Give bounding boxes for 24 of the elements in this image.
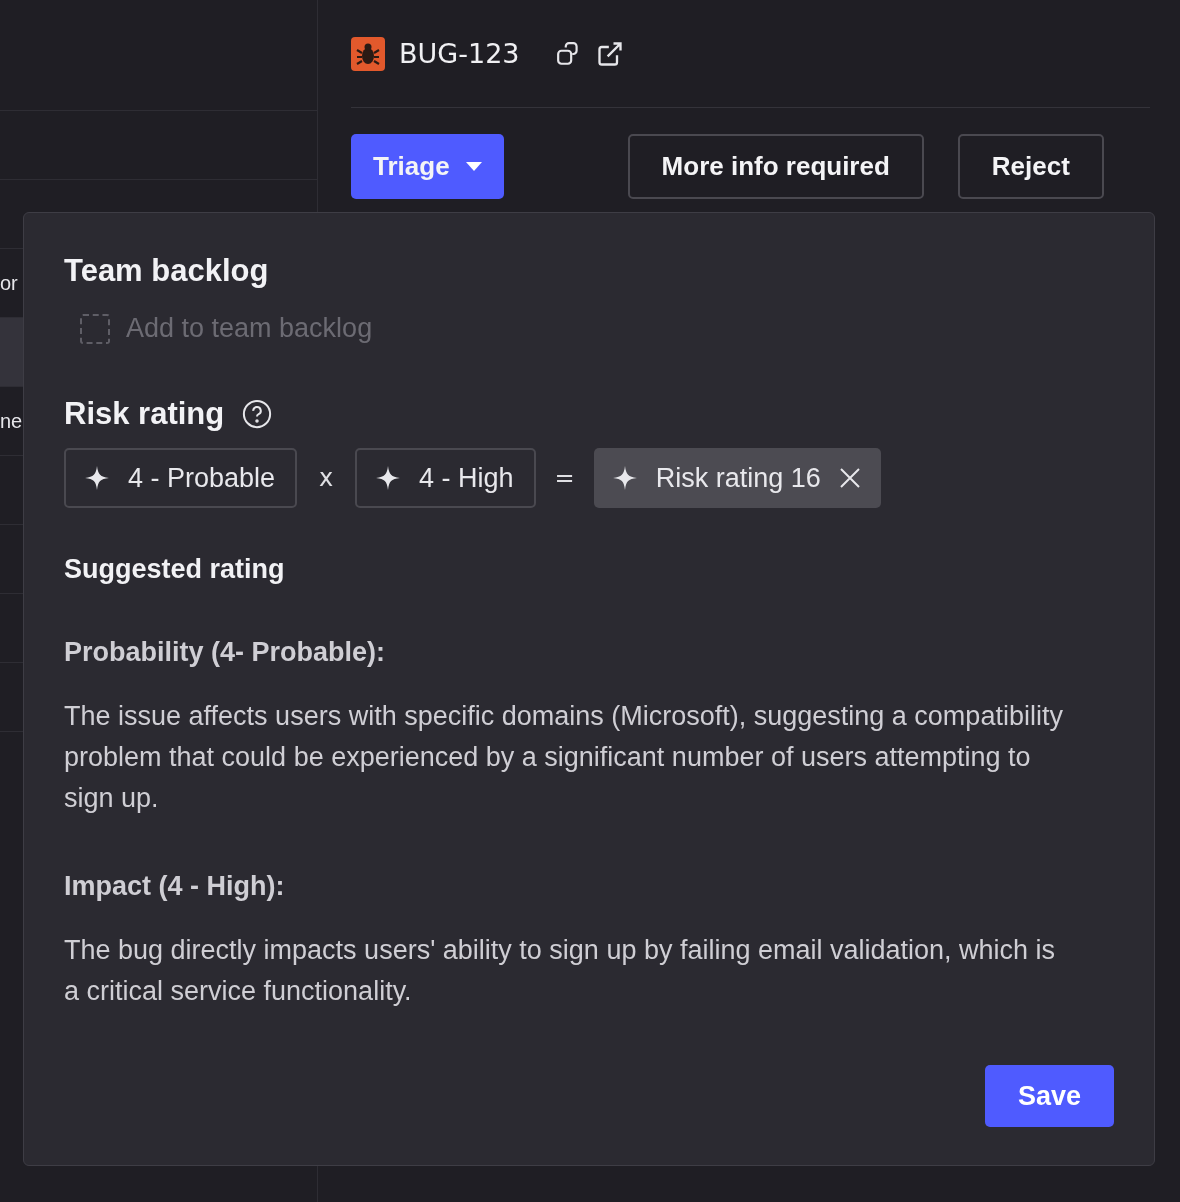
section-text: The issue affects users with specific domains (Microsoft), suggesting a compatibility problem that could be experienced by a significant number of users attempting to sign up. bbox=[64, 700, 1064, 815]
operator-sign: = bbox=[553, 464, 576, 492]
issue-key: BUG-123 bbox=[399, 38, 520, 69]
save-button[interactable]: Save bbox=[984, 1065, 1114, 1127]
suggestion-title: Suggested rating bbox=[64, 554, 286, 585]
section-text: The bug directly impacts users' ability to sign up by failing email validation, which is a critical service functionality. bbox=[64, 934, 1057, 1008]
section-title: Team backlog bbox=[64, 253, 270, 289]
external-link-icon[interactable] bbox=[595, 39, 624, 68]
bug-icon bbox=[351, 36, 385, 71]
close-icon[interactable] bbox=[838, 467, 861, 489]
risk-result-chip[interactable]: Risk rating 16 bbox=[593, 448, 881, 508]
row-text: or bbox=[0, 271, 18, 295]
operator-sign: x bbox=[318, 464, 335, 492]
section-heading: Probability (4- Probable): bbox=[64, 637, 387, 668]
rating-select[interactable]: 4 - Probable bbox=[64, 448, 298, 508]
section-heading: Impact (4 - High): bbox=[64, 871, 286, 902]
caret-icon bbox=[465, 162, 482, 171]
section-title: Risk rating bbox=[64, 396, 225, 432]
action-button[interactable]: Reject bbox=[957, 134, 1104, 199]
action-button[interactable]: More info required bbox=[627, 134, 924, 199]
rating-select[interactable]: 4 - High bbox=[355, 448, 536, 508]
help-icon[interactable] bbox=[242, 399, 273, 429]
row-text: ne bbox=[0, 409, 23, 433]
triage-button[interactable]: Triage bbox=[351, 134, 504, 199]
